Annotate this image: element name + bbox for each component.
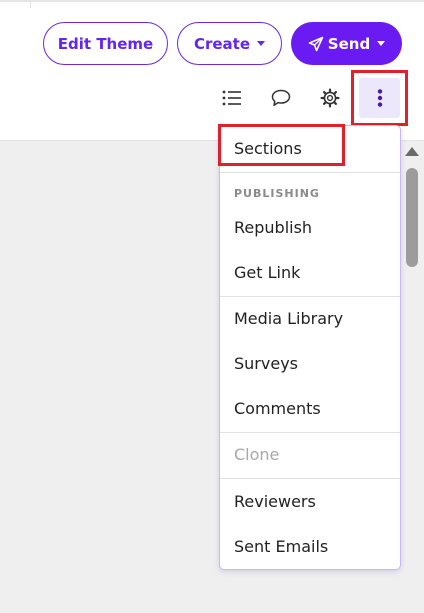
menu-item-media-library[interactable]: Media Library bbox=[234, 309, 343, 328]
menu-item-surveys[interactable]: Surveys bbox=[234, 354, 298, 373]
gear-icon bbox=[320, 88, 340, 108]
edit-theme-label: Edit Theme bbox=[57, 34, 154, 53]
menu-divider bbox=[220, 478, 400, 479]
top-divider-tick bbox=[30, 0, 31, 8]
top-bar: Edit Theme Create Send bbox=[0, 0, 424, 140]
list-icon bbox=[222, 90, 241, 106]
comments-button[interactable] bbox=[267, 84, 295, 112]
scrollbar-thumb[interactable] bbox=[406, 168, 418, 267]
menu-section-publishing: PUBLISHING bbox=[234, 187, 320, 200]
settings-button[interactable] bbox=[316, 84, 344, 112]
menu-item-comments[interactable]: Comments bbox=[234, 399, 321, 418]
create-button[interactable]: Create bbox=[177, 22, 282, 65]
menu-item-reviewers[interactable]: Reviewers bbox=[234, 492, 316, 511]
send-label: Send bbox=[327, 34, 371, 53]
comment-icon bbox=[271, 89, 291, 107]
menu-divider bbox=[220, 172, 400, 173]
caret-down-icon bbox=[377, 41, 386, 46]
sections-highlight bbox=[218, 124, 345, 166]
menu-item-get-link[interactable]: Get Link bbox=[234, 263, 300, 282]
menu-divider bbox=[220, 296, 400, 297]
more-button-highlight bbox=[351, 70, 408, 126]
create-label: Create bbox=[193, 34, 251, 53]
edit-theme-button[interactable]: Edit Theme bbox=[43, 22, 168, 65]
menu-divider bbox=[220, 432, 400, 433]
paper-plane-icon bbox=[308, 36, 324, 51]
send-button[interactable]: Send bbox=[291, 22, 402, 65]
menu-item-sent-emails[interactable]: Sent Emails bbox=[234, 537, 328, 556]
scroll-up-arrow-icon[interactable] bbox=[405, 147, 419, 156]
more-options-button[interactable] bbox=[359, 78, 400, 118]
list-view-button[interactable] bbox=[218, 84, 246, 112]
more-options-menu: Sections PUBLISHING Republish Get Link M… bbox=[219, 125, 401, 570]
more-vertical-icon bbox=[377, 89, 382, 107]
top-divider bbox=[0, 0, 424, 2]
caret-down-icon bbox=[257, 41, 266, 46]
menu-item-republish[interactable]: Republish bbox=[234, 218, 312, 237]
menu-item-clone: Clone bbox=[234, 445, 280, 464]
